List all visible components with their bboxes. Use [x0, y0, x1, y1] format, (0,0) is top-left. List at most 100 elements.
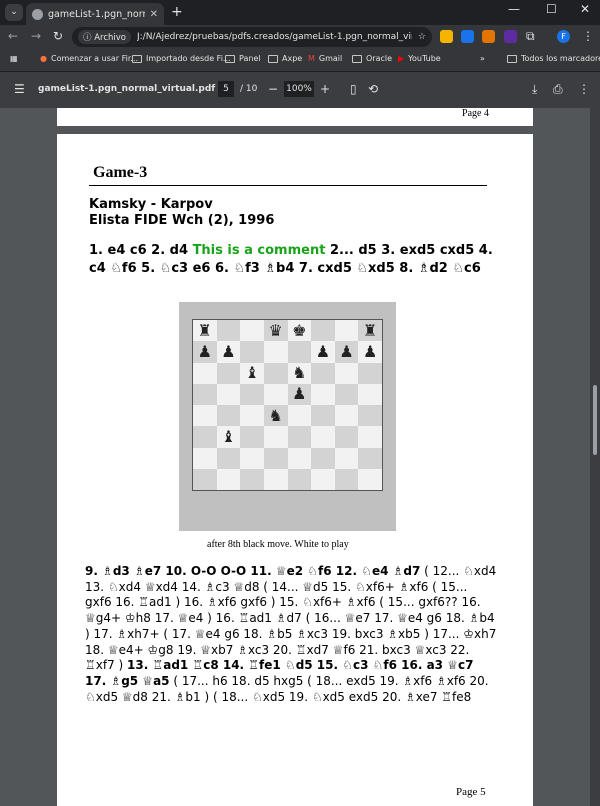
close-window-button[interactable]: ✕	[580, 2, 590, 16]
page-number-input[interactable]: 5	[218, 81, 234, 97]
back-icon[interactable]: ←	[8, 29, 18, 43]
extension-icon[interactable]	[440, 30, 453, 43]
extension-icon[interactable]	[482, 30, 495, 43]
profile-avatar[interactable]: F	[557, 30, 570, 43]
board-square	[358, 426, 382, 448]
chess-piece: ♟	[363, 341, 378, 361]
more-options-icon[interactable]: ⋮	[578, 82, 590, 96]
chess-piece: ♞	[268, 405, 283, 425]
board-square	[358, 405, 382, 427]
board-square	[311, 320, 335, 342]
board-square	[193, 468, 217, 490]
minimize-button[interactable]: —	[508, 2, 520, 16]
extension-icon[interactable]	[504, 30, 517, 43]
extensions-puzzle-icon[interactable]: ⧉	[526, 29, 535, 44]
bookmark-item[interactable]: Panel	[225, 54, 261, 63]
board-square	[358, 383, 382, 405]
bookmark-item[interactable]: Axpe	[268, 54, 302, 63]
bookmarks-bar: ▦ ● Comenzar a usar Fir... Importado desd…	[0, 49, 600, 71]
board-square	[193, 383, 217, 405]
download-icon[interactable]: ⤓	[532, 82, 537, 97]
page-number: Page 5	[456, 786, 486, 798]
board-square	[193, 426, 217, 448]
move-list: 9. ♗d3 ♗e7 10. O-O O-O 11. ♕e2 ♘f6 12. ♘…	[85, 564, 497, 705]
bookmark-label: Comenzar a usar Fir...	[50, 54, 139, 63]
pdf-page: Game-3 Kamsky - Karpov Elista FIDE Wch (…	[57, 134, 533, 806]
new-tab-button[interactable]: +	[171, 4, 183, 20]
hamburger-menu-icon[interactable]: ☰	[14, 82, 25, 96]
fit-page-icon[interactable]: ▯	[350, 82, 357, 96]
extension-icon[interactable]	[461, 30, 474, 43]
chess-piece: ♟	[197, 341, 212, 361]
board-square	[334, 362, 359, 384]
board-square	[263, 426, 288, 448]
all-bookmarks[interactable]: Todos los marcadores	[507, 54, 600, 63]
folder-icon	[268, 54, 278, 63]
board-square	[240, 320, 264, 342]
board-square	[358, 362, 382, 384]
print-icon[interactable]: ⎙	[553, 82, 563, 97]
board-square: ♞	[263, 405, 288, 427]
reload-icon[interactable]: ↻	[53, 29, 63, 43]
board-square	[263, 447, 288, 469]
title-rule	[89, 185, 487, 186]
bookmark-item[interactable]: ● Comenzar a usar Fir...	[40, 54, 138, 63]
board-square	[193, 362, 217, 384]
board-square	[311, 405, 335, 427]
chess-piece: ♛	[268, 320, 283, 340]
board-square	[334, 383, 359, 405]
close-tab-icon[interactable]: ✕	[150, 9, 158, 20]
moves-text: 1. e4 c6 2. d4	[89, 243, 193, 258]
chess-piece: ♟	[221, 341, 236, 361]
menu-icon[interactable]: ⋮	[582, 29, 594, 43]
bookmark-label: Oracle	[366, 54, 393, 63]
zoom-in-icon[interactable]: +	[320, 82, 330, 96]
board-square: ♚	[287, 320, 312, 342]
bookmark-item[interactable]: Importado desde Fi...	[132, 54, 231, 63]
board-square	[240, 383, 264, 405]
chess-piece: ♝	[221, 426, 236, 446]
board-square	[240, 468, 264, 490]
bookmark-star-icon[interactable]: ☆	[418, 32, 426, 42]
pdf-toolbar: ☰ gameList-1.pgn_normal_virtual.pdf 5 / …	[0, 72, 600, 108]
chess-piece: ♟	[292, 384, 307, 404]
apps-icon[interactable]: ▦	[10, 54, 18, 63]
gmail-icon: M	[308, 54, 315, 63]
bookmark-item[interactable]: ▶ YouTube	[398, 54, 441, 63]
zoom-input[interactable]: 100%	[284, 81, 314, 97]
board-square	[216, 383, 241, 405]
chess-board: ♜ ♛ ♚ ♜ ♟ ♟ ♟ ♟ ♟ ♝ ♞ ♟ ♞ ♝	[192, 319, 383, 491]
event: Elista FIDE Wch (2), 1996	[89, 213, 275, 228]
scrollbar-thumb[interactable]	[593, 385, 597, 455]
tab-title: gameList-1.pgn_normal_virtual.	[48, 8, 145, 20]
zoom-out-icon[interactable]: −	[268, 82, 278, 96]
tab-strip: ⌄ gameList-1.pgn_normal_virtual. ✕ + — ☐…	[0, 0, 600, 25]
board-square	[311, 447, 335, 469]
scrollbar[interactable]	[590, 108, 600, 806]
main-line: 9. ♗d3 ♗e7 10. O-O O-O 11. ♕e2 ♘f6 12. ♘…	[85, 564, 421, 578]
board-square: ♟	[193, 341, 217, 363]
board-square	[334, 468, 359, 490]
globe-icon	[32, 8, 43, 20]
board-square	[311, 468, 335, 490]
tab-search-button[interactable]: ⌄	[5, 4, 23, 21]
bookmark-item[interactable]: Oracle	[352, 54, 392, 63]
chess-piece: ♚	[292, 320, 307, 340]
players: Kamsky - Karpov	[89, 197, 213, 212]
more-bookmarks-icon[interactable]: »	[480, 54, 485, 63]
active-tab[interactable]: gameList-1.pgn_normal_virtual. ✕	[26, 3, 164, 25]
chess-piece: ♞	[292, 363, 307, 383]
board-square	[311, 362, 335, 384]
board-square	[216, 320, 241, 342]
site-info-chip[interactable]: ⓘ Archivo	[78, 30, 131, 44]
address-bar[interactable]: ⓘ Archivo J:/N/Ajedrez/pruebas/pdfs.crea…	[72, 27, 432, 47]
board-square	[334, 405, 359, 427]
forward-icon[interactable]: →	[31, 29, 41, 43]
board-square	[287, 447, 312, 469]
maximize-button[interactable]: ☐	[546, 2, 557, 16]
rotate-icon[interactable]: ⟲	[368, 82, 378, 96]
board-square: ♝	[240, 362, 264, 384]
bookmark-item[interactable]: M Gmail	[308, 54, 342, 63]
page-total: / 10	[240, 84, 258, 94]
board-square	[216, 362, 241, 384]
